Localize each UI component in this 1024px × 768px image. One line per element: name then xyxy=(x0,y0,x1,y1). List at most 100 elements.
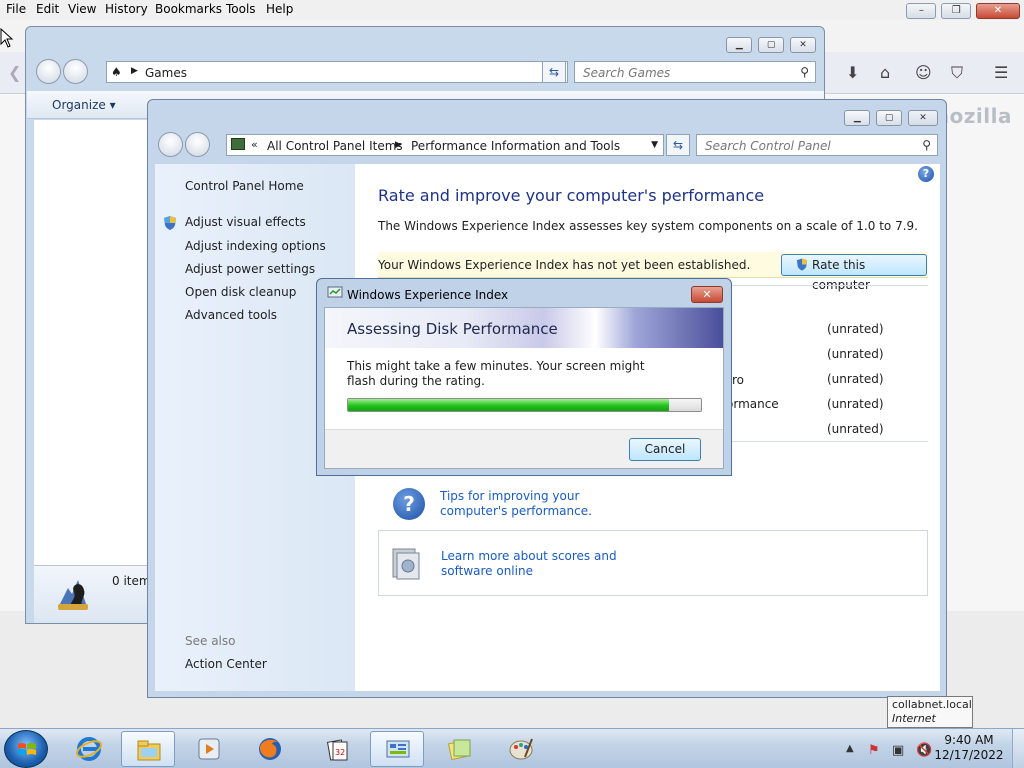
rate-button-label: Rate this computer xyxy=(812,258,870,292)
games-minimize-button[interactable]: ▁ xyxy=(726,37,753,53)
menu-view[interactable]: View xyxy=(68,2,96,16)
network-tooltip: collabnet.local Internet access xyxy=(887,696,973,739)
cancel-button[interactable]: Cancel xyxy=(629,438,701,461)
taskbar-internet-explorer[interactable] xyxy=(62,731,116,767)
breadcrumb-all-items[interactable]: All Control Panel Items xyxy=(267,139,403,153)
firefox-restore-button[interactable]: ❐ xyxy=(941,3,972,19)
sidebar-item-adjust-visual-effects[interactable]: Adjust visual effects xyxy=(185,215,306,229)
games-chess-icon xyxy=(58,580,88,610)
games-search-placeholder: Search Games xyxy=(583,66,671,80)
cp-search-input[interactable]: Search Control Panel ⚲ xyxy=(696,134,938,156)
games-maximize-button[interactable]: ▢ xyxy=(758,37,785,53)
cp-refresh-button[interactable]: ⇆ xyxy=(666,134,690,156)
cp-back-button[interactable] xyxy=(158,132,183,157)
taskbar-windows-explorer[interactable] xyxy=(121,731,175,767)
dialog-title: Windows Experience Index xyxy=(347,288,509,302)
learn-more-scores-link[interactable]: Learn more about scores and software onl… xyxy=(441,549,661,579)
taskbar: 32 ▲ ⚑ ▣ 🔇 9:40 AM 12/17/2022 xyxy=(0,728,1024,768)
subscore-gaming-graphics: (unrated) xyxy=(827,397,884,411)
show-hidden-icons-icon[interactable]: ▲ xyxy=(846,743,854,754)
taskbar-media-player[interactable] xyxy=(182,731,236,767)
subscore-disk: (unrated) xyxy=(827,422,884,436)
network-icon[interactable]: ▣ xyxy=(892,743,904,758)
games-item-count: 0 item xyxy=(112,574,151,588)
control-panel-icon xyxy=(386,740,410,758)
menu-history[interactable]: History xyxy=(105,2,148,16)
wei-notice-text: Your Windows Experience Index has not ye… xyxy=(378,258,751,272)
cp-maximize-button[interactable]: ▢ xyxy=(876,110,903,126)
games-back-button[interactable] xyxy=(36,59,61,84)
breadcrumb-performance[interactable]: Performance Information and Tools xyxy=(411,139,620,153)
sidebar-item-open-disk-cleanup[interactable]: Open disk cleanup xyxy=(185,285,296,299)
component-label-partial: ro xyxy=(732,373,745,387)
menu-help[interactable]: Help xyxy=(266,2,293,16)
firefox-close-button[interactable]: ✕ xyxy=(976,3,1020,19)
menu-file[interactable]: File xyxy=(6,2,26,16)
firefox-minimize-button[interactable]: – xyxy=(906,3,937,19)
cards-icon: 32 xyxy=(326,739,348,761)
taskbar-paint[interactable] xyxy=(494,731,548,767)
games-address-bar[interactable]: ♠ ▶ Games ▼ xyxy=(106,61,568,83)
organize-button[interactable]: Organize ▾ xyxy=(52,98,116,112)
show-desktop-button[interactable] xyxy=(1012,729,1024,768)
subscore-graphics: (unrated) xyxy=(827,372,884,386)
mouse-cursor-icon xyxy=(0,28,14,48)
cp-address-bar[interactable]: « All Control Panel Items ▶ Performance … xyxy=(226,134,664,156)
rate-this-computer-button[interactable]: Rate this computer xyxy=(781,254,927,292)
windows-logo-icon xyxy=(18,743,36,755)
cp-search-placeholder: Search Control Panel xyxy=(705,139,831,153)
dialog-close-button[interactable]: ✕ xyxy=(691,286,723,303)
taskbar-sticky-notes[interactable] xyxy=(432,731,486,767)
component-label-partial: ormance xyxy=(726,397,779,411)
sidebar-item-advanced-tools[interactable]: Advanced tools xyxy=(185,308,277,322)
volume-muted-icon[interactable]: 🔇 xyxy=(916,743,932,758)
start-button[interactable] xyxy=(4,730,48,768)
games-close-button[interactable]: ✕ xyxy=(790,37,816,53)
tips-improving-performance-link[interactable]: Tips for improving your computer's perfo… xyxy=(440,489,650,519)
breadcrumb-overflow-icon[interactable]: « xyxy=(251,138,258,151)
taskbar-control-panel[interactable] xyxy=(370,731,424,767)
cp-minimize-button[interactable]: ▁ xyxy=(844,110,871,126)
games-search-input[interactable]: Search Games ⚲ xyxy=(574,61,816,83)
download-icon[interactable]: ⬇ xyxy=(846,63,859,82)
internet-explorer-icon xyxy=(75,737,103,761)
chevron-down-icon[interactable]: ▼ xyxy=(651,140,658,150)
wei-dialog: Windows Experience Index ✕ Assessing Dis… xyxy=(316,278,732,476)
dialog-message: This might take a few minutes. Your scre… xyxy=(347,359,645,388)
games-refresh-button[interactable]: ⇆ xyxy=(542,61,566,83)
sidebar-item-control-panel-home[interactable]: Control Panel Home xyxy=(185,179,304,193)
menu-edit[interactable]: Edit xyxy=(36,2,59,16)
cp-close-button[interactable]: ✕ xyxy=(908,110,938,126)
clock-time: 9:40 AM xyxy=(944,733,994,747)
cp-forward-button[interactable] xyxy=(185,132,210,157)
shield-icon xyxy=(164,216,176,230)
games-forward-button[interactable] xyxy=(63,59,88,84)
dialog-heading: Assessing Disk Performance xyxy=(347,320,558,338)
subscore-processor: (unrated) xyxy=(827,322,884,336)
menu-bookmarks[interactable]: Bookmarks xyxy=(155,2,222,16)
folder-icon xyxy=(137,740,161,761)
search-icon: ⚲ xyxy=(800,65,809,79)
back-icon[interactable]: ❮ xyxy=(8,63,21,82)
sidebar-item-action-center[interactable]: Action Center xyxy=(185,657,267,671)
software-box-icon xyxy=(392,548,420,580)
taskbar-games[interactable]: 32 xyxy=(310,731,364,767)
help-icon[interactable]: ? xyxy=(918,166,934,182)
taskbar-clock[interactable]: 9:40 AM 12/17/2022 xyxy=(932,733,1006,763)
subscore-memory: (unrated) xyxy=(827,347,884,361)
games-address-text: Games xyxy=(145,66,187,80)
firefox-icon xyxy=(259,738,281,760)
sidebar-item-adjust-indexing-options[interactable]: Adjust indexing options xyxy=(185,239,326,253)
action-center-flag-icon[interactable]: ⚑ xyxy=(868,743,880,758)
svg-text:32: 32 xyxy=(335,748,345,757)
menu-tools[interactable]: Tools xyxy=(226,2,256,16)
chat-icon[interactable]: ☺ xyxy=(915,63,932,82)
sticky-notes-icon xyxy=(447,739,471,761)
breadcrumb-arrow-icon: ▶ xyxy=(395,140,402,150)
hamburger-menu-icon[interactable]: ☰ xyxy=(994,63,1008,82)
taskbar-firefox[interactable] xyxy=(243,731,297,767)
sidebar-item-adjust-power-settings[interactable]: Adjust power settings xyxy=(185,262,315,276)
pocket-icon[interactable]: ⛉ xyxy=(951,63,963,83)
wei-app-icon xyxy=(327,286,343,298)
home-icon[interactable]: ⌂ xyxy=(880,63,890,82)
